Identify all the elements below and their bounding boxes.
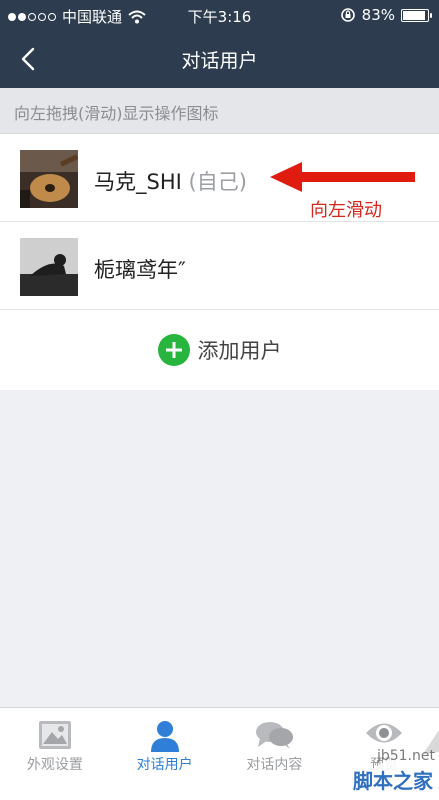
silhouette-photo-icon xyxy=(20,238,78,296)
status-right: 83% xyxy=(340,6,432,24)
user-icon xyxy=(150,721,179,752)
user-name-text: 马克_SHI xyxy=(94,170,182,194)
watermark-url: jb51.net xyxy=(376,748,435,764)
red-left-arrow-icon xyxy=(270,162,415,192)
battery-icon xyxy=(401,8,432,22)
avatar xyxy=(20,238,78,296)
status-bar: 中国联通 下午3:16 83% xyxy=(0,0,439,30)
chat-bubbles-icon xyxy=(256,722,294,749)
add-user-button[interactable]: 添加用户 xyxy=(0,310,439,390)
plus-icon xyxy=(157,334,190,366)
image-icon xyxy=(38,721,71,749)
tab-label: 外观设置 xyxy=(26,757,83,773)
tab-dialogue-content[interactable]: 对话内容 xyxy=(220,708,330,800)
user-row[interactable]: 栀璃鸢年″ xyxy=(0,222,439,310)
battery-fill xyxy=(403,10,425,20)
avatar xyxy=(20,150,78,208)
page-title: 对话用户 xyxy=(181,50,258,72)
watermark: jb51.net 脚本之家 xyxy=(319,730,439,800)
tab-appearance[interactable]: 外观设置 xyxy=(0,708,110,800)
user-row[interactable]: 马克_SHI (自己) 向左滑动 xyxy=(0,134,439,222)
swipe-annotation: 向左滑动 xyxy=(310,200,382,221)
user-name: 栀璃鸢年″ xyxy=(94,254,186,284)
user-name-text: 栀璃鸢年″ xyxy=(94,258,186,282)
nav-bar: 对话用户 xyxy=(0,30,439,88)
tab-label: 对话用户 xyxy=(136,757,193,773)
user-name: 马克_SHI (自己) xyxy=(94,166,247,196)
user-list: 马克_SHI (自己) 向左滑动 栀璃鸢年″ 添加用户 xyxy=(0,134,439,390)
swipe-hint: 向左拖拽(滑动)显示操作图标 xyxy=(0,88,439,134)
tab-label: 对话内容 xyxy=(246,757,303,773)
battery-percent: 83% xyxy=(361,6,395,24)
guitar-photo-icon xyxy=(20,150,78,208)
watermark-text: 脚本之家 xyxy=(353,769,433,793)
tab-dialogue-users[interactable]: 对话用户 xyxy=(110,708,220,800)
rotation-lock-icon xyxy=(340,8,355,22)
add-user-label: 添加用户 xyxy=(197,339,282,363)
self-tag: (自己) xyxy=(188,170,247,194)
header: 中国联通 下午3:16 83% 对话用户 xyxy=(0,0,439,88)
